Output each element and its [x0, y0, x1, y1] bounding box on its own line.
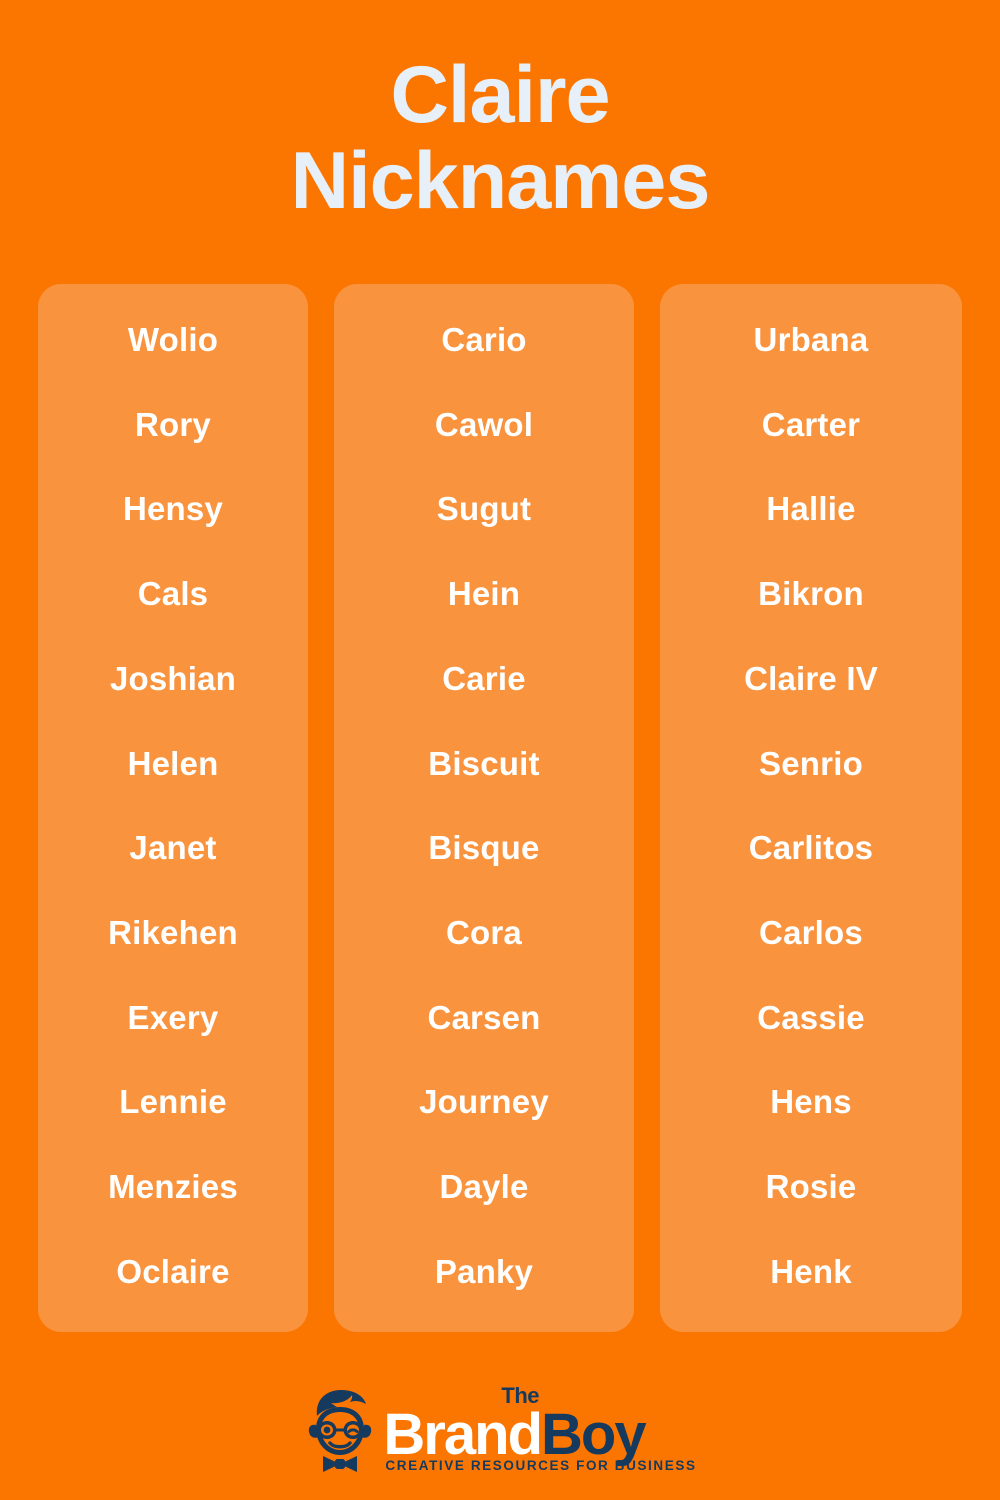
brandboy-logo: The BrandBoy CREATIVE RESOURCES FOR BUSI…	[0, 1385, 1000, 1475]
page-title-line-2: Nicknames	[290, 136, 711, 226]
list-item: Helen	[127, 744, 219, 782]
list-item: Henk	[770, 1252, 852, 1290]
list-item: Carter	[761, 405, 861, 443]
list-item: Biscuit	[428, 744, 540, 782]
list-item: Cawol	[434, 405, 534, 443]
list-item: Bikron	[758, 575, 864, 613]
list-item: Carlitos	[748, 829, 874, 867]
list-item: Cassie	[757, 998, 865, 1036]
list-item: Senrio	[759, 744, 863, 782]
list-item: Rikehen	[108, 914, 238, 952]
list-item: Carie	[442, 659, 526, 697]
list-item: Cario	[441, 321, 527, 358]
brandboy-mascot-icon	[309, 1390, 372, 1472]
list-item: Carsen	[427, 998, 541, 1036]
page-title-line-1: Claire	[390, 50, 610, 140]
list-item: Rory	[135, 405, 211, 443]
logo-tagline: CREATIVE RESOURCES FOR BUSINESS	[385, 1458, 697, 1473]
list-item: Oclaire	[116, 1252, 230, 1290]
logo-wordmark: The BrandBoy CREATIVE RESOURCES FOR BUSI…	[383, 1385, 697, 1475]
list-item: Wolio	[127, 321, 219, 358]
list-item: Sugut	[436, 490, 532, 528]
list-item: Hallie	[766, 490, 856, 528]
list-item: Hensy	[122, 490, 224, 528]
list-item: Cora	[446, 914, 522, 952]
list-item: Janet	[129, 829, 217, 867]
list-item: Hens	[770, 1083, 852, 1121]
page-title: Claire Nicknames	[0, 52, 1000, 224]
nickname-card-column-2: Cario Cawol Sugut Hein Carie Biscuit Bis…	[334, 284, 634, 1332]
nickname-card-column-1: Wolio Rory Hensy Cals Joshian Helen Jane…	[38, 284, 308, 1332]
list-item: Carlos	[759, 914, 863, 952]
list-item: Menzies	[108, 1168, 238, 1206]
list-item: Journey	[419, 1083, 549, 1121]
logo-main-text: BrandBoy	[383, 1406, 646, 1464]
list-item: Urbana	[753, 321, 869, 358]
list-item: Joshian	[109, 659, 237, 697]
list-item: Bisque	[428, 829, 540, 867]
nickname-card-column-3: Urbana Carter Hallie Bikron Claire IV Se…	[660, 284, 962, 1332]
list-item: Cals	[137, 575, 209, 613]
nickname-columns: Wolio Rory Hensy Cals Joshian Helen Jane…	[38, 284, 962, 1332]
list-item: Claire IV	[744, 659, 878, 697]
list-item: Rosie	[765, 1168, 857, 1206]
list-item: Hein	[447, 575, 521, 613]
list-item: Dayle	[439, 1168, 529, 1206]
list-item: Panky	[434, 1252, 534, 1290]
logo-inner: The BrandBoy CREATIVE RESOURCES FOR BUSI…	[303, 1385, 697, 1475]
list-item: Exery	[127, 998, 219, 1036]
list-item: Lennie	[119, 1083, 227, 1121]
